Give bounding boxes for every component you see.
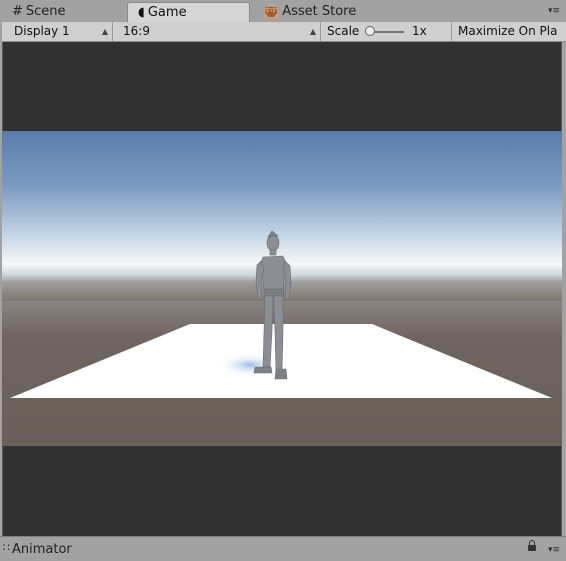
dropdown-arrows-icon: ▲ <box>309 27 316 36</box>
lock-icon[interactable] <box>528 540 536 551</box>
hash-icon: # <box>12 4 23 19</box>
animator-panel-tab[interactable]: ∷ Animator ▾≡ <box>0 536 566 561</box>
tab-menu-icon[interactable]: ▾≡ <box>548 6 560 16</box>
dropdown-arrows-icon: ▲ <box>101 27 108 36</box>
maximize-on-play-label: Maximize On Pla <box>458 24 558 38</box>
panel-menu-icon[interactable]: ▾≡ <box>548 545 560 555</box>
scale-control: Scale 1x <box>321 22 452 41</box>
tab-asset-store-label: Asset Store <box>282 4 357 19</box>
animator-label: Animator <box>12 542 72 557</box>
aspect-dropdown[interactable]: 16:9 ▲ <box>117 22 321 41</box>
animator-icon: ∷ <box>3 541 10 554</box>
tab-game[interactable]: ◖ Game <box>127 2 250 22</box>
maximize-on-play-toggle[interactable]: Maximize On Pla <box>452 22 566 41</box>
shopping-bag-icon: 👜 <box>263 4 280 19</box>
tab-bar: # Scene ◖ Game 👜 Asset Store ▾≡ <box>0 0 566 22</box>
tab-scene[interactable]: # Scene <box>12 2 66 22</box>
character-shadow <box>218 353 282 377</box>
tab-asset-store[interactable]: 👜 Asset Store <box>263 2 356 22</box>
display-dropdown[interactable]: Display 1 ▲ <box>8 22 113 41</box>
tab-game-label: Game <box>147 5 187 20</box>
scale-slider-thumb[interactable] <box>365 26 375 36</box>
pacman-icon: ◖ <box>138 5 145 20</box>
scale-value: 1x <box>412 24 427 38</box>
aspect-dropdown-label: 16:9 <box>123 24 150 38</box>
display-dropdown-label: Display 1 <box>14 24 70 38</box>
game-view-render[interactable] <box>2 131 562 446</box>
scale-label: Scale <box>327 24 360 38</box>
game-toolbar: Display 1 ▲ 16:9 ▲ Scale 1x Maximize On … <box>2 22 566 42</box>
tab-scene-label: Scene <box>25 4 66 19</box>
